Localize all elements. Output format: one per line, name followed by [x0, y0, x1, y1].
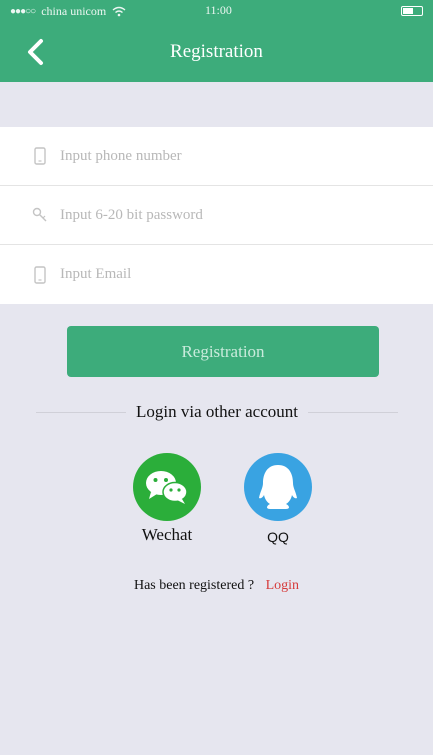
carrier-name: china unicom — [41, 3, 107, 18]
page-title: Registration — [170, 41, 263, 62]
divider-line-left — [36, 411, 127, 413]
signal-icon: ●●●○○ — [10, 5, 36, 17]
email-field-icon — [34, 265, 46, 284]
status-left: ●●●○○ china unicom — [10, 4, 126, 19]
registration-form — [0, 127, 433, 304]
password-input[interactable] — [60, 206, 380, 224]
qq-label: QQ — [267, 529, 289, 545]
email-row — [0, 245, 433, 304]
status-time: 11:00 — [205, 3, 232, 17]
qq-penguin-icon — [259, 465, 297, 509]
key-icon — [32, 207, 47, 222]
password-row — [0, 186, 433, 245]
wechat-icon — [146, 471, 188, 504]
login-link[interactable]: Login — [266, 578, 299, 593]
nav-bar: Registration — [0, 22, 433, 82]
qq-circle[interactable] — [244, 453, 312, 521]
phone-icon — [34, 147, 46, 165]
phone-row — [0, 127, 433, 186]
register-button[interactable]: Registration — [67, 326, 379, 377]
battery-icon — [401, 6, 423, 16]
wechat-login-button[interactable]: Wechat — [127, 453, 207, 545]
other-login-heading: Login via other account — [136, 402, 298, 421]
other-login-divider: Login via other account — [36, 400, 399, 424]
divider-line-right — [307, 411, 399, 413]
wechat-circle[interactable] — [133, 453, 201, 521]
wechat-label: Wechat — [141, 525, 193, 544]
email-input[interactable] — [60, 266, 380, 283]
qq-login-button[interactable]: QQ — [238, 453, 318, 545]
login-prompt-row: Has been registered ? Login — [0, 578, 433, 594]
registered-prompt: Has been registered ? — [133, 578, 255, 593]
wifi-icon — [112, 6, 126, 16]
status-bar: ●●●○○ china unicom 11:00 — [0, 0, 433, 22]
phone-input[interactable] — [60, 147, 380, 165]
